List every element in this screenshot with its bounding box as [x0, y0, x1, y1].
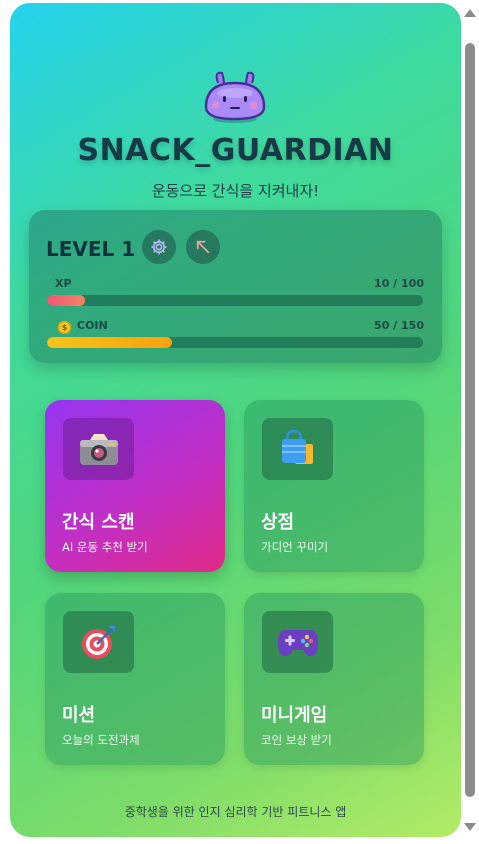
minigame-icon-box	[262, 611, 333, 673]
mission-subtitle: 오늘의 도전과제	[62, 733, 140, 747]
snack-scan-icon-box	[63, 418, 134, 480]
xp-progress-fill	[47, 295, 85, 306]
xp-progress-bar	[47, 295, 423, 306]
minigame-title: 미니게임	[261, 705, 328, 726]
arrow-up-left-icon	[196, 240, 210, 254]
xp-value: 10 / 100	[374, 277, 424, 290]
app-subtitle: 운동으로 간식을 지켜내자!	[151, 182, 320, 200]
coin-progress-fill	[47, 337, 173, 348]
xp-label: XP	[55, 277, 72, 290]
level-label: LEVEL 1	[46, 237, 136, 261]
snack-scan-subtitle: AI 운동 추천 받기	[62, 540, 148, 554]
snack-scan-title: 간식 스캔	[62, 512, 135, 533]
shop-icon-box	[262, 418, 333, 480]
mascot-icon	[204, 71, 266, 123]
app-screen: SNACK_GUARDIAN 운동으로 간식을 지켜내자! LEVEL 1 XP	[10, 3, 461, 837]
mission-tile[interactable]: 미션 오늘의 도전과제	[45, 593, 225, 765]
app-title: SNACK_GUARDIAN	[77, 133, 394, 168]
snack-scan-tile[interactable]: 간식 스캔 AI 운동 추천 받기	[45, 400, 225, 572]
gear-icon	[151, 239, 167, 255]
status-card: LEVEL 1 XP 10 / 100 $ COIN 50 / 150	[29, 210, 442, 363]
minigame-tile[interactable]: 미니게임 코인 보상 받기	[244, 593, 424, 765]
mission-icon-box	[63, 611, 134, 673]
footer-text: 중학생을 위한 인지 심리학 기반 피트니스 앱	[124, 805, 347, 819]
share-button[interactable]	[186, 230, 220, 264]
gamepad-icon	[277, 630, 318, 656]
coin-progress-bar	[47, 337, 423, 348]
scroll-down-arrow-icon[interactable]	[464, 823, 476, 831]
coin-icon: $	[58, 321, 71, 334]
scrollbar[interactable]	[461, 0, 479, 844]
coin-label: COIN	[77, 319, 108, 332]
shop-title: 상점	[261, 512, 295, 533]
settings-button[interactable]	[142, 230, 176, 264]
scroll-thumb[interactable]	[465, 43, 475, 797]
mission-title: 미션	[62, 705, 96, 726]
shop-tile[interactable]: 상점 가디언 꾸미기	[244, 400, 424, 572]
coin-value: 50 / 150	[374, 319, 424, 332]
shop-subtitle: 가디언 꾸미기	[261, 540, 329, 554]
minigame-subtitle: 코인 보상 받기	[261, 733, 332, 747]
shopping-bag-icon	[281, 429, 313, 464]
scroll-up-arrow-icon[interactable]	[464, 9, 476, 17]
target-icon	[81, 626, 115, 659]
camera-icon	[79, 434, 118, 465]
